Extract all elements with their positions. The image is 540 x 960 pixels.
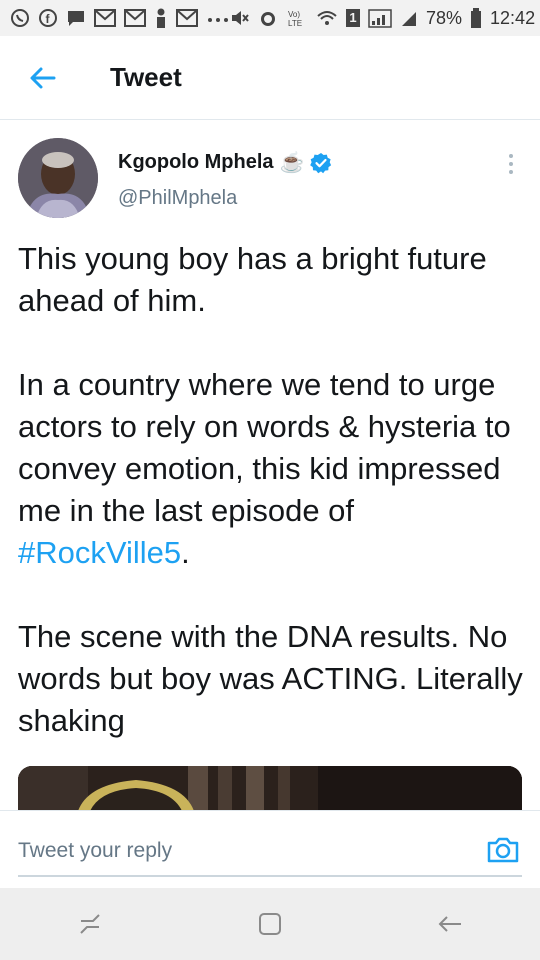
gmail-icon [176, 9, 198, 27]
message-icon [68, 11, 84, 26]
whatsapp-icon [11, 9, 29, 27]
signal-icon [402, 12, 416, 26]
status-bar: f Vo) LTE 1 78% 12:42 [0, 0, 540, 36]
svg-text:Vo): Vo) [288, 10, 300, 19]
sim-icon: 1 [346, 9, 360, 27]
home-icon [259, 913, 281, 935]
wifi-icon [317, 11, 337, 25]
tweet-media[interactable] [18, 766, 522, 811]
camera-icon[interactable] [486, 833, 520, 867]
system-nav-bar [0, 888, 540, 960]
svg-text:f: f [46, 12, 51, 26]
avatar-image [18, 138, 98, 218]
tweet-paragraph: In a country where we tend to urge actor… [18, 364, 528, 574]
svg-text:LTE: LTE [288, 19, 302, 28]
coffee-emoji: ☕ [279, 152, 305, 174]
system-icons: Vo) LTE 1 78% 12:42 [230, 8, 535, 29]
signal-icon [368, 9, 392, 28]
person-icon [157, 8, 165, 28]
reply-bar: Tweet your reply [0, 810, 540, 889]
recents-button[interactable] [70, 904, 110, 944]
display-name[interactable]: Kgopolo Mphela ☕ [118, 150, 332, 175]
verified-badge-icon [310, 152, 332, 173]
tweet-text-span: . [181, 535, 190, 570]
battery-icon [471, 8, 482, 28]
hashtag-link[interactable]: #RockVille5 [18, 535, 181, 570]
tweet-paragraph: The scene with the DNA results. No words… [18, 619, 523, 738]
gmail-icon [124, 9, 146, 27]
notification-icons: f [10, 8, 230, 28]
gmail-icon [94, 9, 116, 27]
tweet-body: This young boy has a bright future ahead… [18, 238, 528, 742]
back-arrow-icon[interactable] [28, 63, 58, 93]
more-dots-icon [208, 18, 228, 22]
reply-input[interactable]: Tweet your reply [18, 833, 522, 877]
clock: 12:42 [490, 7, 536, 28]
back-icon [438, 916, 461, 932]
tweet-text-span: In a country where we tend to urge actor… [18, 367, 511, 528]
page-title: Tweet [110, 62, 182, 92]
battery-percent: 78% [426, 7, 463, 28]
home-button[interactable] [250, 904, 290, 944]
media-image [18, 766, 522, 811]
alarm-icon [261, 12, 275, 26]
recents-icon [80, 914, 100, 934]
tweet-paragraph: This young boy has a bright future ahead… [18, 241, 487, 318]
facebook-icon: f [39, 9, 57, 27]
more-options-icon[interactable] [506, 152, 516, 176]
mute-icon [232, 11, 249, 25]
tweet-header: Kgopolo Mphela ☕ @PhilMphela [0, 120, 540, 225]
back-button[interactable] [430, 904, 470, 944]
user-handle[interactable]: @PhilMphela [118, 187, 237, 210]
avatar[interactable] [18, 138, 98, 218]
app-bar: Tweet [0, 36, 540, 120]
display-name-text: Kgopolo Mphela [118, 151, 274, 173]
volte-icon: Vo)LTE [288, 10, 302, 28]
